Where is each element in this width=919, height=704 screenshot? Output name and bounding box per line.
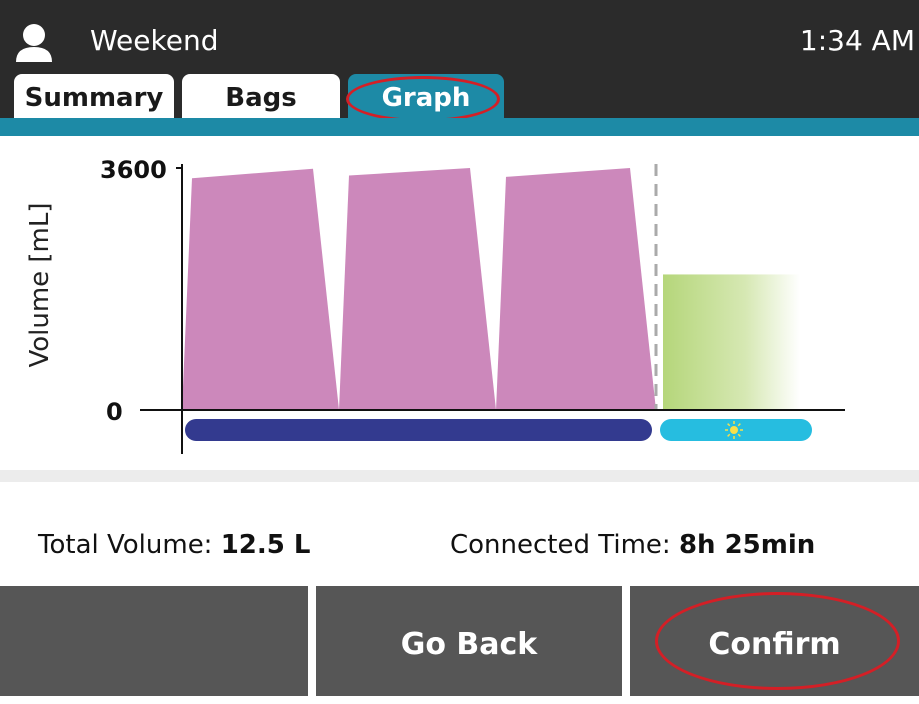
confirm-button[interactable]: Confirm (630, 586, 919, 696)
total-volume-value: 12.5 L (220, 530, 311, 560)
total-volume-label: Total Volume: (38, 530, 213, 560)
top-bar: Weekend 1:34 AM Summary Bags Graph (0, 0, 919, 118)
user-icon (16, 24, 52, 62)
connected-time-label: Connected Time: (450, 530, 671, 560)
night-phase-bar (185, 419, 652, 441)
y-tick-max: 3600 (100, 156, 167, 184)
y-tick-zero: 0 (106, 398, 123, 426)
blank-button[interactable] (0, 586, 308, 696)
cycle-area-1 (182, 168, 339, 410)
connected-time: Connected Time: 8h 25min (450, 530, 815, 560)
connected-time-value: 8h 25min (678, 530, 816, 560)
panel-divider (0, 470, 919, 482)
y-axis-label: Volume [mL] (25, 202, 55, 368)
tab-bags[interactable]: Bags (182, 74, 340, 118)
cycle-area-3 (496, 168, 656, 410)
total-volume: Total Volume: 12.5 L (38, 530, 311, 560)
volume-chart (140, 164, 845, 454)
profile-name: Weekend (90, 24, 219, 57)
go-back-button[interactable]: Go Back (316, 586, 622, 696)
sun-icon (730, 426, 738, 434)
cycle-area-2 (339, 168, 496, 410)
tab-underline-strip (0, 118, 919, 136)
day-dwell-area (663, 274, 800, 410)
clock: 1:34 AM (799, 24, 915, 57)
tab-graph[interactable]: Graph (348, 74, 504, 118)
tab-summary[interactable]: Summary (14, 74, 174, 118)
